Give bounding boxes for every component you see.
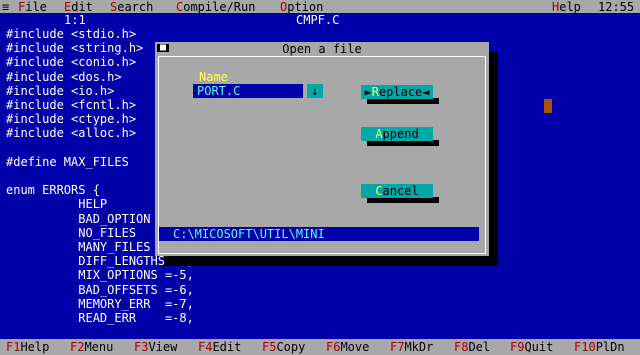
code-line[interactable]: #include <stdio.h> (6, 27, 136, 41)
close-icon[interactable]: ■ (157, 43, 169, 53)
fkey-key: F1 (6, 340, 21, 354)
fkey-copy[interactable]: F5Copy (262, 340, 305, 354)
menu-help[interactable]: Help (552, 0, 581, 14)
fkey-key: F4 (198, 340, 213, 354)
code-line[interactable]: #include <conio.h> (6, 55, 136, 69)
cancel-button[interactable]: Cancel (361, 184, 433, 198)
fkey-label: MkDr (404, 340, 434, 354)
code-line[interactable]: BAD_OFFSETS =-6, (6, 283, 194, 297)
menu-search[interactable]: Search (110, 0, 153, 14)
system-menu-icon[interactable]: ≡ (2, 0, 9, 14)
editor-title-bar: 1:1 CMPF.C (0, 13, 640, 27)
code-line[interactable]: #include <alloc.h> (6, 126, 136, 140)
cursor-position: 1:1 (64, 13, 86, 27)
fkey-label: Copy (276, 340, 306, 354)
code-line[interactable]: #include <io.h> (6, 84, 114, 98)
fkey-label: PlDn (595, 340, 625, 354)
menu-compile-run[interactable]: Compile/Run (176, 0, 255, 14)
fkey-label: Move (340, 340, 370, 354)
fkey-move[interactable]: F6Move (326, 340, 369, 354)
code-line[interactable]: #include <fcntl.h> (6, 98, 136, 112)
code-line[interactable]: #define MAX_FILES (6, 155, 129, 169)
fkey-key: F2 (70, 340, 85, 354)
fkey-key: F8 (454, 340, 469, 354)
code-line[interactable]: enum ERRORS { (6, 183, 100, 197)
fkey-label: Quit (524, 340, 554, 354)
menu-bar: ≡ File Edit Search Compile/Run Option He… (0, 0, 640, 14)
name-label: Name (199, 70, 228, 84)
history-dropdown-icon[interactable]: ↓ (307, 84, 323, 98)
menu-edit[interactable]: Edit (64, 0, 93, 14)
fkey-key: F7 (390, 340, 405, 354)
fkey-label: Edit (212, 340, 242, 354)
current-directory-path: C:\MICOSOFT\UTIL\MINI (159, 227, 479, 241)
append-button[interactable]: Append (361, 127, 433, 141)
fkey-del[interactable]: F8Del (454, 340, 490, 354)
fkey-mkdr[interactable]: F7MkDr (390, 340, 433, 354)
fkey-key: F5 (262, 340, 277, 354)
dialog-title: Open a file (282, 42, 362, 56)
function-key-bar: F1Help F2Menu F3View F4Edit F5Copy F6Move F7Mk… (0, 339, 640, 355)
text-cursor (544, 99, 552, 113)
code-line[interactable]: MIX_OPTIONS =-5, (6, 268, 194, 282)
code-line[interactable]: MEMORY_ERR =-7, (6, 297, 194, 311)
replace-button[interactable]: ►Replace◄ (361, 85, 433, 99)
code-line[interactable]: BAD_OPTION (6, 212, 150, 226)
fkey-key: F10 (574, 340, 596, 354)
clock: 12:55 (598, 0, 635, 14)
fkey-quit[interactable]: F9Quit (510, 340, 553, 354)
fkey-key: F9 (510, 340, 525, 354)
fkey-edit[interactable]: F4Edit (198, 340, 241, 354)
fkey-label: Del (468, 340, 491, 354)
menu-option[interactable]: Option (280, 0, 323, 14)
fkey-key: F3 (134, 340, 149, 354)
fkey-label: Help (20, 340, 50, 354)
fkey-pldn[interactable]: F10PlDn (574, 340, 625, 354)
code-line[interactable]: HELP (6, 197, 107, 211)
fkey-menu[interactable]: F2Menu (70, 340, 113, 354)
fkey-label: View (148, 340, 178, 354)
open-file-dialog: Open a file ■ Name PORT.C ↓ ►Replace◄ Ap… (155, 42, 489, 256)
file-name: CMPF.C (296, 13, 340, 27)
code-line[interactable]: #include <string.h> (6, 41, 143, 55)
code-line[interactable]: READ_ERR =-8, (6, 311, 194, 325)
fkey-help[interactable]: F1Help (6, 340, 49, 354)
code-line[interactable]: #include <ctype.h> (6, 112, 136, 126)
menu-file[interactable]: File (18, 0, 47, 14)
fkey-key: F6 (326, 340, 341, 354)
code-line[interactable]: MANY_FILES (6, 240, 150, 254)
code-line[interactable]: #include <dos.h> (6, 70, 122, 84)
fkey-label: Menu (84, 340, 114, 354)
code-line[interactable]: NO_FILES (6, 226, 136, 240)
fkey-view[interactable]: F3View (134, 340, 177, 354)
file-name-input[interactable]: PORT.C (193, 84, 303, 98)
